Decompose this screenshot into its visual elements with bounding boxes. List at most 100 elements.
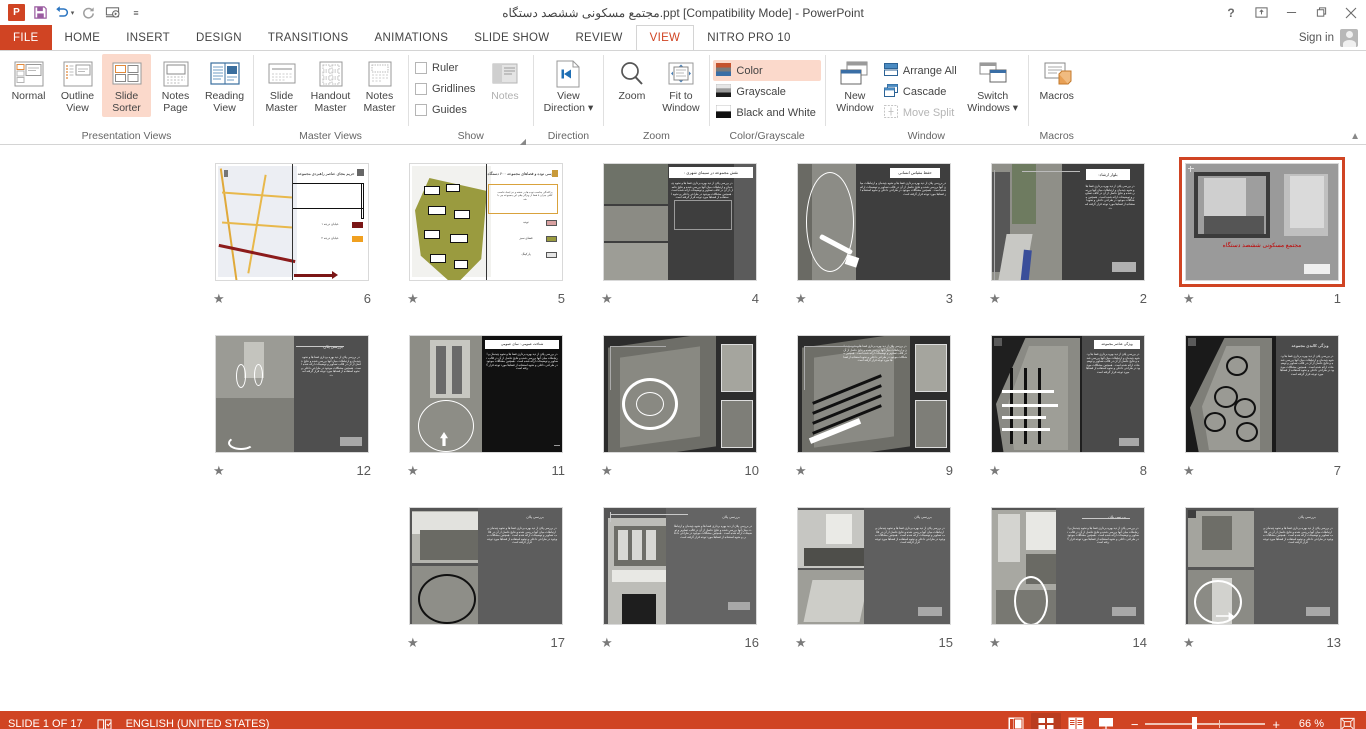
notes-master-button[interactable]: Notes Master: [355, 54, 404, 117]
slide-animation-star-icon[interactable]: ★: [213, 464, 225, 477]
slide-animation-star-icon[interactable]: ★: [989, 636, 1001, 649]
slide-animation-star-icon[interactable]: ★: [601, 636, 613, 649]
slide-thumbnail-3[interactable]: حفظ مقیاس انسانی در بررسی پلان از دید به…: [791, 157, 957, 287]
slide-animation-star-icon[interactable]: ★: [213, 292, 225, 305]
slide-master-button[interactable]: Slide Master: [257, 54, 306, 117]
powerpoint-logo-icon[interactable]: P: [5, 2, 27, 23]
tab-insert[interactable]: INSERT: [113, 25, 183, 50]
notes-page-button[interactable]: Notes Page: [151, 54, 200, 117]
slide-animation-star-icon[interactable]: ★: [407, 464, 419, 477]
language-indicator[interactable]: ENGLISH (UNITED STATES): [126, 718, 270, 729]
slide-animation-star-icon[interactable]: ★: [407, 636, 419, 649]
save-icon[interactable]: [29, 2, 51, 23]
slide-animation-star-icon[interactable]: ★: [989, 292, 1001, 305]
slide-thumbnail-16[interactable]: بررسی پلان در بررسی پلان از دید بهره برد…: [597, 501, 763, 631]
slide-thumbnail-10[interactable]: [597, 329, 763, 459]
slide-item[interactable]: در بررسی پلان از دید بهره برداری فضا ها …: [777, 329, 971, 501]
help-icon[interactable]: ?: [1216, 0, 1246, 25]
slide-animation-star-icon[interactable]: ★: [1183, 636, 1195, 649]
collapse-ribbon-icon[interactable]: ▲: [1350, 131, 1360, 142]
slide-thumbnail-17[interactable]: بررسی پلان در بررسی پلان از دید بهره برد…: [403, 501, 569, 631]
slide-item[interactable]: بررسی توده و فضاهای مجموعه ۶۰۰ دستگاه پر…: [389, 157, 583, 329]
slide-item[interactable]: بررسی پلان در بررسی پلان از دید بهره برد…: [971, 501, 1165, 673]
fit-to-window-button[interactable]: Fit to Window: [656, 54, 705, 117]
cascade-button[interactable]: Cascade: [881, 81, 962, 102]
tab-file[interactable]: FILE: [0, 25, 52, 50]
slide-thumbnail-6[interactable]: حریم بنجای عناصر راهبردی مجموعه خیابان د…: [209, 157, 375, 287]
slide-item[interactable]: بررسی پلان در بررسی پلان از دید بهره برد…: [389, 501, 583, 673]
slide-item[interactable]: حریم بنجای عناصر راهبردی مجموعه خیابان د…: [195, 157, 389, 329]
slide-item[interactable]: ویژگی کالبدی مجموعه در بررسی پلان از دید…: [1165, 329, 1359, 501]
view-slide-sorter-button[interactable]: [1030, 713, 1061, 729]
view-normal-button[interactable]: [1001, 713, 1031, 729]
tab-view[interactable]: VIEW: [635, 25, 695, 50]
slide-animation-star-icon[interactable]: ★: [989, 464, 1001, 477]
slide-item[interactable]: مجتمع مسکونی ششصد دستگاه ★ 1: [1165, 157, 1359, 329]
slide-item[interactable]: بررسی پلان در بررسی پلان از دید بهره برد…: [583, 501, 777, 673]
slide-thumbnail-1[interactable]: مجتمع مسکونی ششصد دستگاه: [1179, 157, 1345, 287]
slide-thumbnail-8[interactable]: ویژگی عناصر مجموعه در بررسی پلان از دید …: [985, 329, 1151, 459]
ruler-checkbox[interactable]: Ruler: [412, 57, 480, 78]
view-direction-button[interactable]: View Direction ▾: [537, 54, 599, 117]
slide-thumbnail-7[interactable]: ویژگی کالبدی مجموعه در بررسی پلان از دید…: [1179, 329, 1345, 459]
slide-thumbnail-11[interactable]: شناخت عمومی : نمای عمومی در بررسی پلان ا…: [403, 329, 569, 459]
grayscale-option[interactable]: Grayscale: [713, 81, 820, 102]
ribbon-display-options-icon[interactable]: [1246, 0, 1276, 25]
slide-thumbnail-9[interactable]: در بررسی پلان از دید بهره برداری فضا ها …: [791, 329, 957, 459]
avatar[interactable]: [1340, 28, 1358, 47]
tab-animations[interactable]: ANIMATIONS: [362, 25, 462, 50]
slide-animation-star-icon[interactable]: ★: [795, 464, 807, 477]
slide-sorter-workspace[interactable]: حریم بنجای عناصر راهبردی مجموعه خیابان د…: [0, 145, 1366, 711]
slide-sorter-button[interactable]: Slide Sorter: [102, 54, 151, 117]
guides-checkbox[interactable]: Guides: [412, 99, 480, 120]
tab-home[interactable]: HOME: [52, 25, 114, 50]
zoom-track[interactable]: [1145, 717, 1266, 729]
gridlines-checkbox[interactable]: Gridlines: [412, 78, 480, 99]
slide-animation-star-icon[interactable]: ★: [601, 464, 613, 477]
sign-in-link[interactable]: Sign in: [1299, 32, 1334, 44]
notes-button[interactable]: Notes: [480, 54, 529, 106]
undo-icon[interactable]: ▾: [53, 2, 75, 23]
slide-thumbnail-5[interactable]: بررسی توده و فضاهای مجموعه ۶۰۰ دستگاه پر…: [403, 157, 569, 287]
slide-item[interactable]: نقش مجموعه در سیمای شهری : در بررسی پلان…: [583, 157, 777, 329]
close-button[interactable]: [1336, 0, 1366, 25]
slide-item[interactable]: بررسی پلان در بررسی پلان از دید بهره برد…: [777, 501, 971, 673]
zoom-in-button[interactable]: +: [1272, 717, 1280, 729]
arrange-all-button[interactable]: Arrange All: [881, 60, 962, 81]
customize-quick-access-toolbar-icon[interactable]: ≡: [125, 2, 147, 23]
slide-item[interactable]: شناخت عمومی : نمای عمومی در بررسی پلان ا…: [389, 329, 583, 501]
show-dialog-launcher-icon[interactable]: ◢: [518, 134, 527, 146]
tab-nitro-pro-10[interactable]: NITRO PRO 10: [694, 25, 803, 50]
outline-view-button[interactable]: Outline View: [53, 54, 102, 117]
slide-item[interactable]: بررسی پلان در بررسی پلان از دید بهره برد…: [1165, 501, 1359, 673]
slide-animation-star-icon[interactable]: ★: [1183, 292, 1195, 305]
zoom-button[interactable]: Zoom: [607, 54, 656, 106]
slide-thumbnail-12[interactable]: بررسی پلان در بررسی پلان از دید بهره برد…: [209, 329, 375, 459]
zoom-out-button[interactable]: −: [1131, 717, 1139, 729]
maximize-restore-button[interactable]: [1306, 0, 1336, 25]
zoom-slider-handle[interactable]: [1192, 717, 1198, 729]
tab-transitions[interactable]: TRANSITIONS: [255, 25, 362, 50]
slide-item[interactable]: بلوار ارشاد: در بررسی پلان از دید بهره ب…: [971, 157, 1165, 329]
move-split-button[interactable]: Move Split: [881, 102, 962, 123]
redo-icon[interactable]: [77, 2, 99, 23]
reading-view-button[interactable]: Reading View: [200, 54, 249, 117]
slide-item[interactable]: ویژگی عناصر مجموعه در بررسی پلان از دید …: [971, 329, 1165, 501]
slide-animation-star-icon[interactable]: ★: [601, 292, 613, 305]
slide-thumbnail-13[interactable]: بررسی پلان در بررسی پلان از دید بهره برد…: [1179, 501, 1345, 631]
slide-item[interactable]: ★ 10: [583, 329, 777, 501]
zoom-slider[interactable]: − +: [1131, 717, 1280, 729]
tab-review[interactable]: REVIEW: [562, 25, 635, 50]
slide-animation-star-icon[interactable]: ★: [795, 292, 807, 305]
slide-animation-star-icon[interactable]: ★: [407, 292, 419, 305]
minimize-button[interactable]: [1276, 0, 1306, 25]
slide-item[interactable]: حفظ مقیاس انسانی در بررسی پلان از دید به…: [777, 157, 971, 329]
start-from-beginning-icon[interactable]: [101, 2, 123, 23]
slide-animation-star-icon[interactable]: ★: [1183, 464, 1195, 477]
slide-thumbnail-15[interactable]: بررسی پلان در بررسی پلان از دید بهره برد…: [791, 501, 957, 631]
slide-thumbnail-2[interactable]: بلوار ارشاد: در بررسی پلان از دید بهره ب…: [985, 157, 1151, 287]
macros-button[interactable]: Macros: [1032, 54, 1082, 106]
slide-item[interactable]: بررسی پلان در بررسی پلان از دید بهره برد…: [195, 329, 389, 501]
switch-windows-button[interactable]: Switch Windows ▾: [962, 54, 1024, 117]
tab-slide-show[interactable]: SLIDE SHOW: [461, 25, 562, 50]
